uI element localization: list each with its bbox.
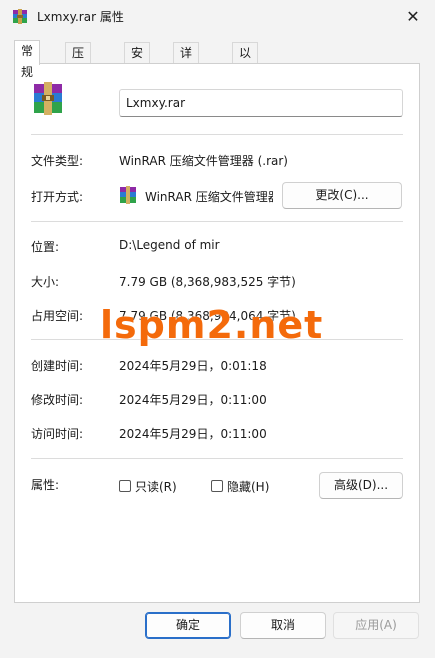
properties-window: Lxmxy.rar 属性 ✕ 常规 压缩文件 安全 详细信息 以前的版本 文件类… <box>0 0 435 658</box>
location-value: D:\Legend of mir <box>119 238 220 252</box>
separator <box>31 221 403 222</box>
readonly-label[interactable]: 只读(R) <box>135 478 177 495</box>
winrar-icon <box>13 9 27 24</box>
tab-general[interactable]: 常规 <box>14 40 41 79</box>
close-icon[interactable]: ✕ <box>403 7 423 27</box>
file-name-input[interactable] <box>119 89 403 117</box>
open-with-value: WinRAR 压缩文件管理器 <box>145 190 273 204</box>
separator <box>31 134 403 135</box>
tab-details[interactable]: 详细信息 <box>173 42 200 123</box>
accessed-value: 2024年5月29日，0:11:00 <box>119 427 267 441</box>
change-button[interactable]: 更改(C)... <box>282 182 402 209</box>
winrar-app-icon <box>120 186 136 204</box>
attributes-label: 属性: <box>31 478 60 492</box>
file-type-label: 文件类型: <box>31 154 84 168</box>
hidden-checkbox[interactable] <box>211 480 223 492</box>
open-with-label: 打开方式: <box>31 190 84 204</box>
apply-button[interactable]: 应用(A) <box>333 612 419 639</box>
accessed-label: 访问时间: <box>31 427 84 441</box>
cancel-button[interactable]: 取消 <box>240 612 326 639</box>
modified-label: 修改时间: <box>31 393 84 407</box>
tab-security[interactable]: 安全 <box>124 42 151 81</box>
hidden-label[interactable]: 隐藏(H) <box>227 478 269 495</box>
created-label: 创建时间: <box>31 359 84 373</box>
rar-file-icon <box>34 82 62 115</box>
tab-previous-versions[interactable]: 以前的版本 <box>232 42 259 144</box>
watermark-text: lspm2.net <box>100 303 324 347</box>
readonly-checkbox[interactable] <box>119 480 131 492</box>
size-value: 7.79 GB (8,368,983,525 字节) <box>119 275 296 289</box>
file-type-value: WinRAR 压缩文件管理器 (.rar) <box>119 154 288 168</box>
title-bar: Lxmxy.rar 属性 ✕ <box>0 0 435 34</box>
tab-archive[interactable]: 压缩文件 <box>65 42 92 123</box>
modified-value: 2024年5月29日，0:11:00 <box>119 393 267 407</box>
size-label: 大小: <box>31 275 60 289</box>
location-label: 位置: <box>31 240 60 254</box>
separator <box>31 458 403 459</box>
created-value: 2024年5月29日，0:01:18 <box>119 359 267 373</box>
window-title: Lxmxy.rar 属性 <box>37 10 124 24</box>
ok-button[interactable]: 确定 <box>145 612 231 639</box>
advanced-button[interactable]: 高级(D)... <box>319 472 403 499</box>
size-on-disk-label: 占用空间: <box>31 309 84 323</box>
